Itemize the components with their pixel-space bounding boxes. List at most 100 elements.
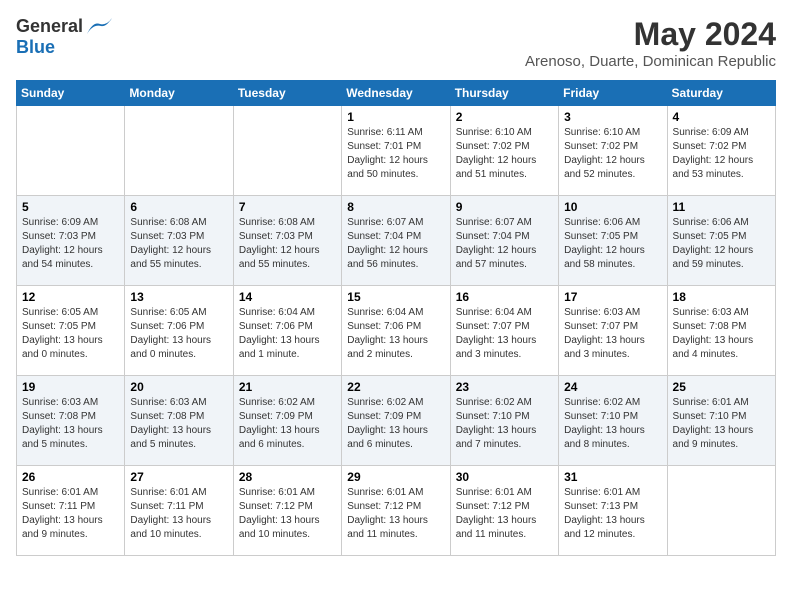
sunrise-text: Sunrise: 6:01 AM	[673, 396, 770, 410]
calendar-cell: 21 Sunrise: 6:02 AMSunset: 7:09 PMDayligh…	[233, 376, 341, 466]
sunset-text: Sunset: 7:09 PM	[347, 410, 444, 424]
day-number: 19	[22, 380, 119, 394]
day-info: Sunrise: 6:01 AMSunset: 7:11 PMDaylight:…	[130, 486, 227, 542]
sunrise-text: Sunrise: 6:06 AM	[564, 216, 661, 230]
calendar-cell: 19Sunrise: 6:03 AMSunset: 7:08 PMDayligh…	[17, 376, 125, 466]
day-info: Sunrise: 6:02 AMSunset: 7:09 PMDaylight:…	[239, 396, 336, 452]
sunrise-text: Sunrise: 6:07 AM	[456, 216, 553, 230]
calendar-cell: 12Sunrise: 6:05 AMSunset: 7:05 PMDayligh…	[17, 286, 125, 376]
sunrise-text: Sunrise: 6:05 AM	[130, 306, 227, 320]
calendar-cell: 17Sunrise: 6:03 AMSunset: 7:07 PMDayligh…	[559, 286, 667, 376]
day-info: Sunrise: 6:01 AMSunset: 7:11 PMDaylight:…	[22, 486, 119, 542]
daylight-text: Daylight: 13 hours and 3 minutes.	[456, 334, 553, 362]
sunrise-text: Sunrise: 6:02 AM	[456, 396, 553, 410]
sunset-text: Sunset: 7:06 PM	[347, 320, 444, 334]
calendar-cell: 30Sunrise: 6:01 AMSunset: 7:12 PMDayligh…	[450, 466, 558, 556]
day-number: 15	[347, 290, 444, 304]
calendar-cell	[125, 106, 233, 196]
sunset-text: Sunset: 7:02 PM	[564, 140, 661, 154]
sunrise-text: Sunrise: 6:03 AM	[564, 306, 661, 320]
day-number: 25	[673, 380, 770, 394]
sunrise-text: Sunrise: 6:09 AM	[673, 126, 770, 140]
sunset-text: Sunset: 7:05 PM	[673, 230, 770, 244]
sunset-text: Sunset: 7:06 PM	[239, 320, 336, 334]
day-number: 30	[456, 470, 553, 484]
daylight-text: Daylight: 13 hours and 10 minutes.	[239, 514, 336, 542]
daylight-text: Daylight: 13 hours and 7 minutes.	[456, 424, 553, 452]
calendar-cell	[17, 106, 125, 196]
day-number: 29	[347, 470, 444, 484]
day-number: 9	[456, 200, 553, 214]
sunset-text: Sunset: 7:04 PM	[347, 230, 444, 244]
day-number: 26	[22, 470, 119, 484]
day-info: Sunrise: 6:11 AMSunset: 7:01 PMDaylight:…	[347, 126, 444, 182]
week-row-2: 5Sunrise: 6:09 AMSunset: 7:03 PMDaylight…	[17, 196, 776, 286]
daylight-text: Daylight: 12 hours and 59 minutes.	[673, 244, 770, 272]
day-info: Sunrise: 6:06 AMSunset: 7:05 PMDaylight:…	[564, 216, 661, 272]
sunrise-text: Sunrise: 6:04 AM	[239, 306, 336, 320]
location: Arenoso, Duarte, Dominican Republic	[525, 53, 776, 70]
daylight-text: Daylight: 13 hours and 3 minutes.	[564, 334, 661, 362]
day-number: 23	[456, 380, 553, 394]
weekday-header-friday: Friday	[559, 81, 667, 106]
day-number: 2	[456, 110, 553, 124]
sunset-text: Sunset: 7:11 PM	[22, 500, 119, 514]
day-info: Sunrise: 6:04 AMSunset: 7:06 PMDaylight:…	[239, 306, 336, 362]
daylight-text: Daylight: 13 hours and 0 minutes.	[22, 334, 119, 362]
calendar-cell: 31Sunrise: 6:01 AMSunset: 7:13 PMDayligh…	[559, 466, 667, 556]
sunrise-text: Sunrise: 6:07 AM	[347, 216, 444, 230]
sunset-text: Sunset: 7:02 PM	[456, 140, 553, 154]
weekday-header-wednesday: Wednesday	[342, 81, 450, 106]
weekday-header-tuesday: Tuesday	[233, 81, 341, 106]
day-number: 12	[22, 290, 119, 304]
calendar-cell: 20Sunrise: 6:03 AMSunset: 7:08 PMDayligh…	[125, 376, 233, 466]
sunrise-text: Sunrise: 6:03 AM	[673, 306, 770, 320]
sunrise-text: Sunrise: 6:05 AM	[22, 306, 119, 320]
calendar-cell: 11Sunrise: 6:06 AMSunset: 7:05 PMDayligh…	[667, 196, 775, 286]
calendar-cell: 7Sunrise: 6:08 AMSunset: 7:03 PMDaylight…	[233, 196, 341, 286]
sunrise-text: Sunrise: 6:10 AM	[456, 126, 553, 140]
sunset-text: Sunset: 7:04 PM	[456, 230, 553, 244]
day-info: Sunrise: 6:08 AMSunset: 7:03 PMDaylight:…	[239, 216, 336, 272]
sunrise-text: Sunrise: 6:09 AM	[22, 216, 119, 230]
day-info: Sunrise: 6:10 AMSunset: 7:02 PMDaylight:…	[564, 126, 661, 182]
daylight-text: Daylight: 12 hours and 58 minutes.	[564, 244, 661, 272]
daylight-text: Daylight: 12 hours and 53 minutes.	[673, 154, 770, 182]
week-row-4: 19 Sunrise: 6:03 AM Sunset: 7:08 PM Dayligh…	[17, 376, 776, 466]
day-info: Sunrise: 6:03 AMSunset: 7:08 PMDaylight:…	[673, 306, 770, 362]
day-number: 6	[130, 200, 227, 214]
day-info: Sunrise: 6:01 AMSunset: 7:12 PMDaylight:…	[347, 486, 444, 542]
day-number: 21	[239, 380, 336, 394]
sunrise-text: Sunrise: 6:06 AM	[673, 216, 770, 230]
day-info: Sunrise: 6:10 AMSunset: 7:02 PMDaylight:…	[456, 126, 553, 182]
calendar-cell: 27Sunrise: 6:01 AMSunset: 7:11 PMDayligh…	[125, 466, 233, 556]
day-number: 17	[564, 290, 661, 304]
sunrise-text: Sunrise: 6:10 AM	[564, 126, 661, 140]
daylight-text: Daylight: 13 hours and 11 minutes.	[347, 514, 444, 542]
sunset-text: Sunset: 7:12 PM	[456, 500, 553, 514]
logo: General Blue	[16, 16, 113, 58]
daylight-text: Daylight: 13 hours and 6 minutes.	[239, 424, 336, 452]
sunset-text: Sunset: 7:12 PM	[347, 500, 444, 514]
sunset-text: Sunset: 7:08 PM	[673, 320, 770, 334]
sunrise-text: Sunrise: 6:08 AM	[239, 216, 336, 230]
sunset-text: Sunset: 7:10 PM	[673, 410, 770, 424]
calendar-cell	[667, 466, 775, 556]
calendar-cell: 1Sunrise: 6:11 AMSunset: 7:01 PMDaylight…	[342, 106, 450, 196]
sunset-text: Sunset: 7:13 PM	[564, 500, 661, 514]
day-info: Sunrise: 6:06 AMSunset: 7:05 PMDaylight:…	[673, 216, 770, 272]
daylight-text: Daylight: 13 hours and 1 minute.	[239, 334, 336, 362]
daylight-text: Daylight: 13 hours and 2 minutes.	[347, 334, 444, 362]
daylight-text: Daylight: 12 hours and 57 minutes.	[456, 244, 553, 272]
daylight-text: Daylight: 12 hours and 55 minutes.	[239, 244, 336, 272]
calendar-cell: 8Sunrise: 6:07 AMSunset: 7:04 PMDaylight…	[342, 196, 450, 286]
sunset-text: Sunset: 7:08 PM	[22, 410, 119, 424]
sunrise-text: Sunrise: 6:03 AM	[130, 396, 227, 410]
logo-text: General	[16, 16, 113, 38]
daylight-text: Daylight: 13 hours and 0 minutes.	[130, 334, 227, 362]
calendar-cell: 10Sunrise: 6:06 AMSunset: 7:05 PMDayligh…	[559, 196, 667, 286]
sunset-text: Sunset: 7:06 PM	[130, 320, 227, 334]
sunrise-text: Sunrise: 6:04 AM	[456, 306, 553, 320]
sunrise-text: Sunrise: 6:02 AM	[347, 396, 444, 410]
day-info: Sunrise: 6:04 AMSunset: 7:06 PMDaylight:…	[347, 306, 444, 362]
